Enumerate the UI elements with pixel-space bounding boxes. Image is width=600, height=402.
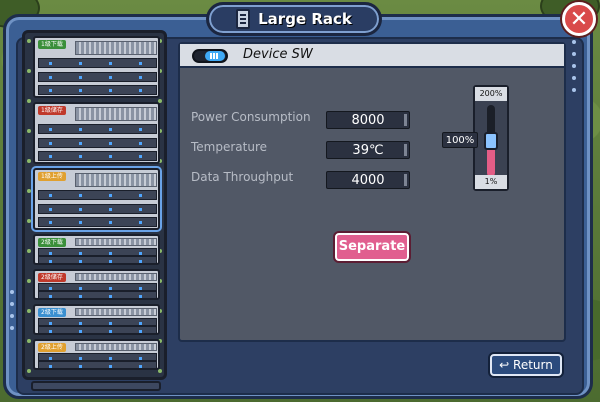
rack-unit-tag: 2级下载 <box>38 238 66 247</box>
drive-bay <box>38 248 157 256</box>
vent-grill <box>75 238 157 246</box>
vent-grill <box>75 41 157 55</box>
drive-bay <box>38 256 157 264</box>
drive-bay <box>38 58 157 68</box>
server-rack: 1级下载 1级储存 1级上传 2级下载 2级储存 2级下载 2级上传 <box>22 30 167 391</box>
stat-value-throughput: 4000 <box>326 171 410 189</box>
device-power-toggle[interactable] <box>192 49 228 63</box>
device-name: Device SW <box>243 47 313 62</box>
separate-button[interactable]: Separate <box>335 233 409 261</box>
stat-value-temperature: 39℃ <box>326 141 410 159</box>
drive-bay <box>38 72 157 82</box>
rack-unit-tag: 2级储存 <box>38 273 66 282</box>
rack-base <box>31 381 161 391</box>
return-arrow-icon: ↩ <box>499 358 510 372</box>
drive-bay <box>38 283 157 291</box>
drive-bay <box>38 361 157 369</box>
performance-gauge: 200% 1% <box>473 85 509 191</box>
right-edge-dots <box>572 40 578 100</box>
drive-bay <box>38 151 157 161</box>
rack-unit-tag: 1级储存 <box>38 106 66 115</box>
rack-unit[interactable]: 1级储存 <box>33 102 160 164</box>
drive-bay <box>38 353 157 361</box>
vent-grill <box>75 308 157 316</box>
rack-unit-tag: 1级上传 <box>38 172 66 181</box>
stat-label-throughput: Data Throughput <box>191 170 294 184</box>
server-rack-icon <box>236 9 251 29</box>
stat-label-temperature: Temperature <box>191 140 268 154</box>
device-header: Device SW <box>180 44 564 68</box>
vent-grill <box>75 107 157 121</box>
window-title-bar: Large Rack <box>206 2 382 36</box>
gauge-current-value: 100% <box>442 132 478 148</box>
drive-bay <box>38 318 157 326</box>
drive-bay <box>38 204 157 214</box>
stat-label-power: Power Consumption <box>191 110 311 124</box>
close-button[interactable]: ✕ <box>562 2 596 36</box>
left-edge-dots <box>10 290 14 338</box>
return-label: Return <box>513 358 553 372</box>
vent-grill <box>75 273 157 281</box>
return-button[interactable]: ↩ Return <box>490 354 562 376</box>
rack-unit-tag: 1级下载 <box>38 40 66 49</box>
drive-bay <box>38 291 157 299</box>
rack-unit[interactable]: 2级下载 <box>33 304 160 335</box>
rack-rail-left <box>26 39 32 374</box>
vent-grill <box>75 343 157 351</box>
toggle-knob <box>205 51 225 61</box>
rack-unit[interactable]: 1级下载 <box>33 36 160 98</box>
rack-unit[interactable]: 2级上传 <box>33 339 160 370</box>
gauge-max-label: 200% <box>475 87 507 101</box>
drive-bay <box>38 190 157 200</box>
gauge-min-label: 1% <box>475 175 507 189</box>
device-detail-panel: Device SW Power Consumption 8000 Tempera… <box>178 42 566 342</box>
rack-unit[interactable]: 2级下载 <box>33 234 160 265</box>
drive-bay <box>38 85 157 95</box>
rack-unit[interactable]: 2级储存 <box>33 269 160 300</box>
drive-bay <box>38 124 157 134</box>
rack-unit-tag: 2级上传 <box>38 343 66 352</box>
rack-unit-tag: 2级下载 <box>38 308 66 317</box>
rack-unit[interactable]: 1级上传 <box>33 168 160 230</box>
drive-bay <box>38 217 157 227</box>
drive-bay <box>38 138 157 148</box>
window-title: Large Rack <box>258 10 352 28</box>
drive-bay <box>38 326 157 334</box>
stat-value-power: 8000 <box>326 111 410 129</box>
gauge-slider-handle[interactable] <box>484 132 498 150</box>
vent-grill <box>75 173 157 187</box>
